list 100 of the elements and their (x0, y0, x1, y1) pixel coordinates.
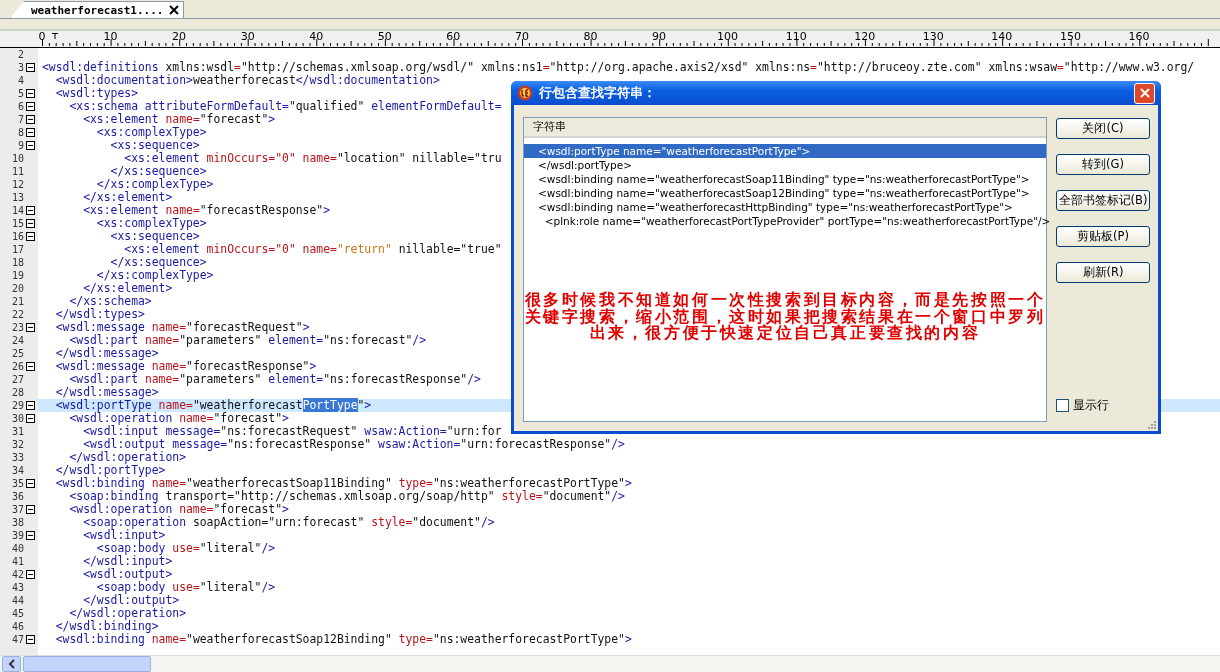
line-number: 43 (10, 582, 24, 593)
collapse-icon[interactable] (25, 102, 35, 111)
dialog-button[interactable]: 刷新(R) (1056, 262, 1150, 283)
line-number: 34 (10, 465, 24, 476)
code-line: <xs:element minOccurs="0" name="return" nillable="true" (124, 243, 502, 256)
line-number: 13 (10, 192, 24, 203)
collapse-icon[interactable] (25, 362, 35, 371)
list-item[interactable]: <wsdl:binding name="weatherforecastHttpBinding" type="ns:weatherforecastPortType"> (524, 200, 1046, 214)
line-number: 47 (10, 634, 24, 645)
line-number: 42 (10, 569, 24, 580)
ruler-number: 20 (171, 31, 188, 43)
collapse-icon[interactable] (25, 401, 35, 410)
code-line: <soap:body use="literal"/> (96, 542, 276, 555)
dialog-button[interactable]: 转到(G) (1056, 154, 1150, 175)
code-line: <wsdl:part name="parameters" element="ns:forecast"/> (69, 334, 427, 347)
code-line: <xs:sequence> (110, 139, 200, 152)
list-item[interactable]: <wsdl:binding name="weatherforecastSoap11Binding" type="ns:weatherforecastPortType"> (524, 172, 1046, 186)
ruler-number: 130 (921, 31, 945, 43)
line-number: 12 (10, 179, 24, 190)
dialog-button[interactable]: 关闭(C) (1056, 118, 1150, 139)
line-number: 33 (10, 452, 24, 463)
code-line: <xs:element name="forecastResponse"> (82, 204, 331, 217)
dialog-title: 行包含查找字符串： (539, 84, 657, 102)
collapse-icon[interactable] (25, 63, 35, 72)
code-line: <wsdl:output> (82, 568, 173, 581)
code-line: <wsdl:portType name="weatherforecastPortType"> (54, 399, 372, 412)
ruler-number: 60 (445, 31, 462, 43)
code-line: </xs:schema> (68, 295, 152, 308)
ruler-number: 40 (308, 31, 325, 43)
code-line: </wsdl:operation> (69, 451, 186, 464)
collapse-icon[interactable] (25, 141, 35, 150)
close-button[interactable] (1134, 82, 1155, 104)
code-line: <wsdl:types> (54, 87, 138, 100)
ruler-number: 10 (102, 31, 119, 43)
line-number: 2 (16, 49, 24, 60)
line-number: 44 (10, 595, 24, 606)
line-number: 19 (10, 270, 24, 281)
code-line: <xs:element name="forecast"> (82, 113, 276, 126)
collapse-icon[interactable] (25, 479, 35, 488)
code-line: <wsdl:binding name="weatherforecastSoap12Binding" type="ns:weatherforecastPortType"> (54, 633, 632, 646)
dialog-button[interactable]: 全部书签标记(B) (1056, 190, 1150, 211)
code-line: </wsdl:output> (83, 594, 180, 607)
line-number: 27 (10, 374, 24, 385)
code-line: <soap:body use="literal"/> (96, 581, 276, 594)
checkbox[interactable] (1056, 399, 1069, 412)
line-number: 10 (10, 153, 24, 164)
collapse-icon[interactable] (25, 323, 35, 332)
line-number: 7 (16, 114, 24, 125)
app-logo-icon (517, 85, 533, 101)
line-number: 21 (10, 296, 24, 307)
line-number: 26 (10, 361, 24, 372)
ruler-number: 70 (513, 31, 530, 43)
collapse-icon[interactable] (25, 206, 35, 215)
ruler-number: 90 (651, 31, 668, 43)
line-number: 45 (10, 608, 24, 619)
scroll-left-button[interactable] (2, 656, 21, 672)
code-line: </wsdl:operation> (69, 607, 186, 620)
line-number: 17 (10, 244, 24, 255)
code-line: </xs:sequence> (110, 165, 207, 178)
ruler-number: 140 (990, 31, 1014, 43)
line-number: 15 (10, 218, 24, 229)
code-line: </xs:element> (82, 282, 173, 295)
line-number: 38 (10, 517, 24, 528)
collapse-icon[interactable] (25, 414, 35, 423)
line-number: 39 (10, 530, 24, 541)
line-number: 9 (16, 140, 24, 151)
line-number: 23 (10, 322, 24, 333)
annotation-text: 很多时候我不知道如何一次性搜索到目标内容，而是先按照一个 关键字搜索，缩小范围，这时如果把搜索结果在一个窗口中罗列 出来，很方便于快速定位自己真正要查找的内容 (524, 292, 1046, 342)
collapse-icon[interactable] (25, 531, 35, 540)
collapse-icon[interactable] (25, 232, 35, 241)
line-number: 8 (16, 127, 24, 138)
list-item[interactable]: <wsdl:portType name="weatherforecastPortType"> (524, 144, 1046, 158)
code-line: <wsdl:part name="parameters" element="ns:forecastResponse"/> (69, 373, 481, 386)
ruler-number: 100 (716, 31, 740, 43)
resize-grip-icon (1146, 419, 1156, 429)
close-icon (1139, 88, 1150, 98)
collapse-icon[interactable] (25, 128, 35, 137)
code-line: </wsdl:message> (54, 347, 159, 360)
code-line: <wsdl:documentation>weatherforecast</wsdl:documentation> (54, 74, 440, 87)
collapse-icon[interactable] (25, 89, 35, 98)
list-item[interactable]: <wsdl:binding name="weatherforecastSoap12Binding" type="ns:weatherforecastPortType"> (524, 186, 1046, 200)
code-line: <wsdl:binding name="weatherforecastSoap11Binding" type="ns:weatherforecastPortType"> (54, 477, 632, 490)
dialog-button[interactable]: 剪贴板(P) (1056, 226, 1150, 247)
collapse-icon[interactable] (25, 505, 35, 514)
line-number: 20 (10, 283, 24, 294)
horizontal-scrollbar[interactable] (0, 655, 1220, 672)
line-number: 24 (10, 335, 24, 346)
list-item[interactable]: </wsdl:portType> (524, 158, 1046, 172)
ruler-number: 120 (853, 31, 877, 43)
column-header[interactable]: 字符串 (524, 118, 1046, 138)
collapse-icon[interactable] (25, 115, 35, 124)
file-tab[interactable]: weatherforecast1.... (10, 1, 185, 18)
code-line: <wsdl:message name="forecastResponse"> (54, 360, 317, 373)
collapse-icon[interactable] (25, 635, 35, 644)
collapse-icon[interactable] (25, 219, 35, 228)
code-line: </wsdl:input> (82, 555, 173, 568)
scrollbar-thumb[interactable] (23, 656, 151, 672)
code-line: </wsdl:portType> (54, 464, 166, 477)
collapse-icon[interactable] (25, 570, 35, 579)
line-number: 16 (10, 231, 24, 242)
